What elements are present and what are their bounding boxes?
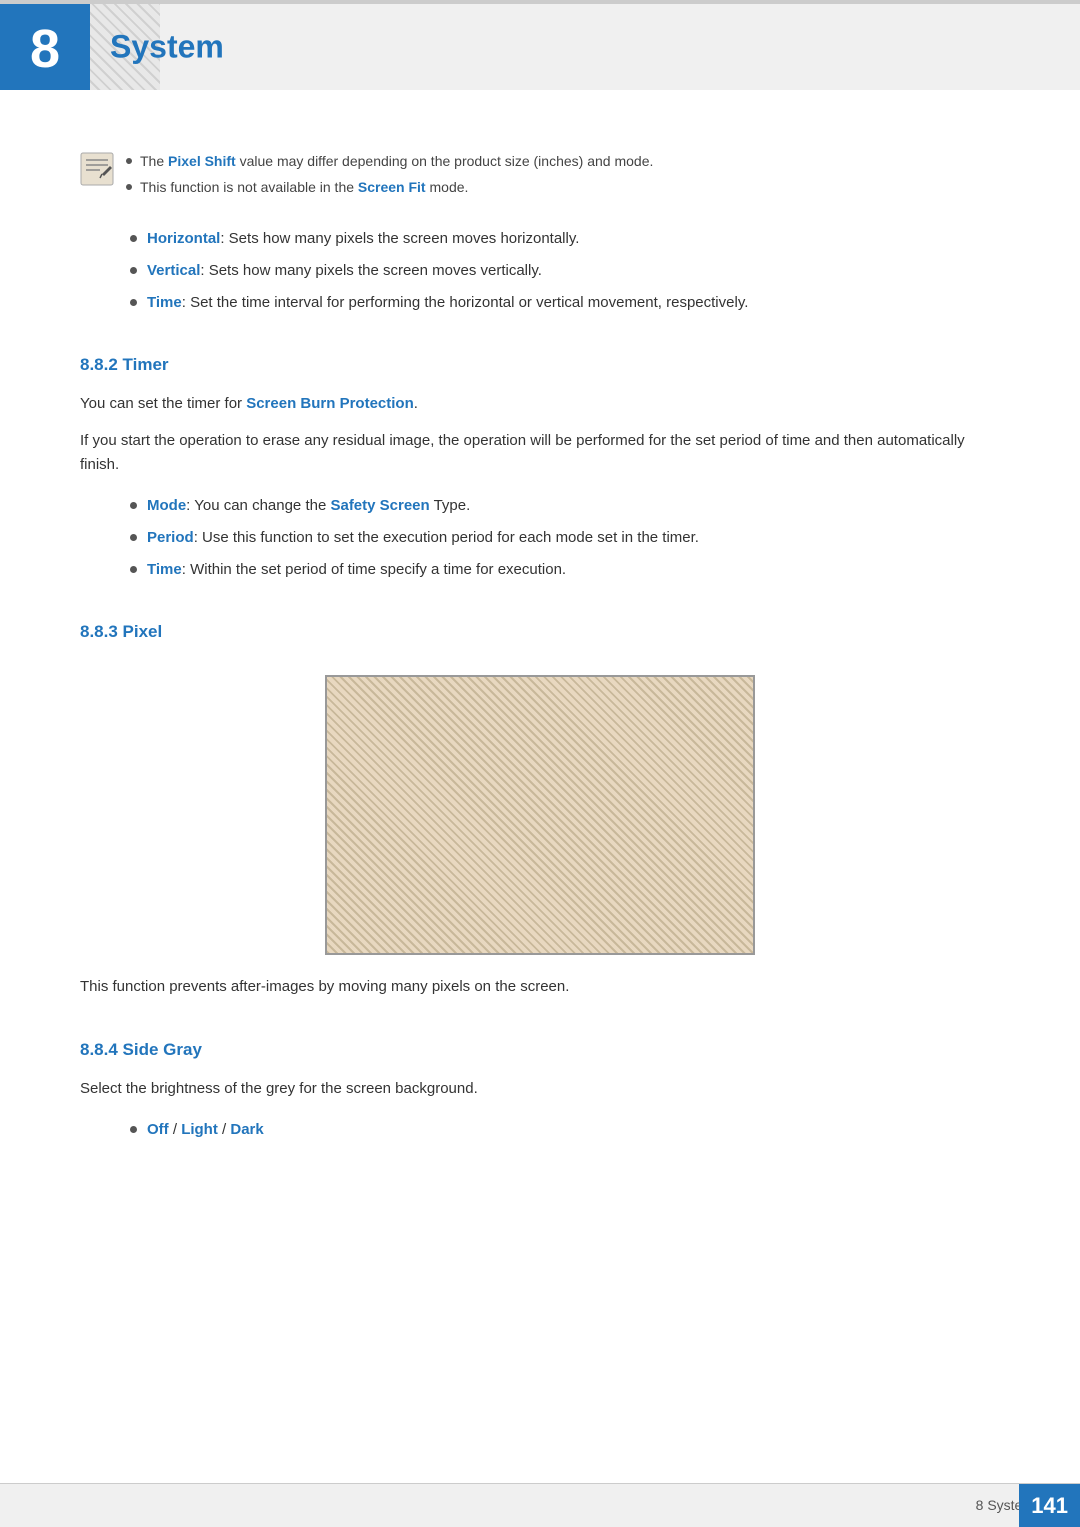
note-text-2: This function is not available in the Sc…: [140, 176, 468, 198]
section-882-heading: 8.8.2 Timer: [80, 351, 1000, 378]
main-content: The Pixel Shift value may differ dependi…: [0, 90, 1080, 1238]
off-highlight: Off: [147, 1121, 169, 1138]
bullet-circle-time-882: [130, 566, 137, 573]
section-883-caption: This function prevents after-images by m…: [80, 975, 1000, 1000]
bullet-vertical: Vertical: Sets how many pixels the scree…: [130, 259, 1000, 283]
chapter-number-box: 8: [0, 4, 90, 90]
note-line-1: The Pixel Shift value may differ dependi…: [126, 150, 1000, 172]
section-884-heading: 8.8.4 Side Gray: [80, 1036, 1000, 1063]
pixel-image: [325, 675, 755, 955]
note-bullet-2: [126, 184, 132, 190]
section-882-bullet-list: Mode: You can change the Safety Screen T…: [130, 494, 1000, 582]
bullet-period-text: Period: Use this function to set the exe…: [147, 526, 699, 550]
bullet-time: Time: Set the time interval for performi…: [130, 291, 1000, 315]
bullet-off-light-dark: Off / Light / Dark: [130, 1118, 1000, 1142]
section-882-para2: If you start the operation to erase any …: [80, 429, 1000, 479]
bullet-horizontal-text: Horizontal: Sets how many pixels the scr…: [147, 227, 579, 251]
section-884-bullet-list: Off / Light / Dark: [130, 1118, 1000, 1142]
bullet-horizontal: Horizontal: Sets how many pixels the scr…: [130, 227, 1000, 251]
footer-page-number: 141: [1019, 1484, 1080, 1527]
note-highlight-pixel-shift: Pixel Shift: [168, 153, 236, 169]
note-bullet-1: [126, 158, 132, 164]
off-light-dark-text: Off / Light / Dark: [147, 1118, 264, 1142]
dark-highlight: Dark: [230, 1121, 263, 1138]
bullet-circle-3: [130, 299, 137, 306]
bullet-circle-side-gray: [130, 1126, 137, 1133]
bullet-time-882: Time: Within the set period of time spec…: [130, 558, 1000, 582]
section-884-para: Select the brightness of the grey for th…: [80, 1077, 1000, 1102]
light-highlight: Light: [181, 1121, 218, 1138]
bullet-circle-1: [130, 235, 137, 242]
section-882-para1: You can set the timer for Screen Burn Pr…: [80, 392, 1000, 417]
note-block: The Pixel Shift value may differ dependi…: [80, 150, 1000, 203]
bullet-mode: Mode: You can change the Safety Screen T…: [130, 494, 1000, 518]
bullet-time-882-text: Time: Within the set period of time spec…: [147, 558, 566, 582]
page-footer: 8 System 141: [0, 1483, 1080, 1527]
chapter-number: 8: [30, 6, 60, 90]
safety-screen-highlight: Safety Screen: [330, 497, 429, 514]
section-883-heading: 8.8.3 Pixel: [80, 618, 1000, 645]
bullet-time-text: Time: Set the time interval for performi…: [147, 291, 748, 315]
screen-burn-protection-highlight: Screen Burn Protection: [246, 395, 414, 412]
chapter-title: System: [110, 21, 224, 72]
bullet-mode-text: Mode: You can change the Safety Screen T…: [147, 494, 470, 518]
note-pencil-icon: [80, 152, 114, 186]
bullet-circle-period: [130, 534, 137, 541]
bullet-circle-mode: [130, 502, 137, 509]
bullet-circle-2: [130, 267, 137, 274]
note-highlight-screen-fit: Screen Fit: [358, 179, 426, 195]
top-bullet-list: Horizontal: Sets how many pixels the scr…: [130, 227, 1000, 315]
bullet-period: Period: Use this function to set the exe…: [130, 526, 1000, 550]
note-text-1: The Pixel Shift value may differ dependi…: [140, 150, 653, 172]
page-header: 8 System: [0, 0, 1080, 90]
pixel-image-container: [80, 675, 1000, 955]
note-lines: The Pixel Shift value may differ dependi…: [126, 150, 1000, 203]
bullet-vertical-text: Vertical: Sets how many pixels the scree…: [147, 259, 542, 283]
note-line-2: This function is not available in the Sc…: [126, 176, 1000, 198]
